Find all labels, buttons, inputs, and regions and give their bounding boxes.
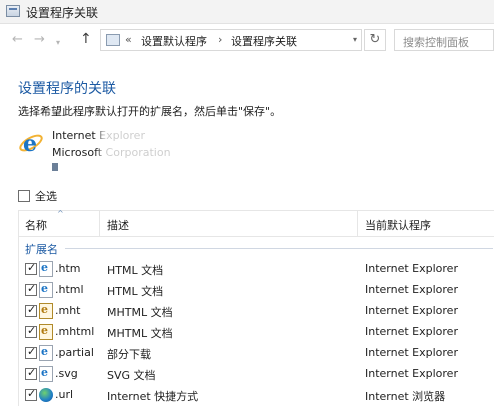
redacted-area (48, 162, 218, 176)
description-cell: MHTML 文档 (107, 327, 173, 340)
group-header-extensions[interactable]: 扩展名 (25, 241, 494, 256)
select-all-checkbox[interactable] (18, 190, 30, 202)
row-checkbox[interactable] (25, 324, 37, 338)
description-cell: Internet 快捷方式 (107, 390, 199, 403)
row-checkbox[interactable] (25, 387, 37, 401)
extension-cell: .mhtml (55, 325, 95, 338)
ie-document-icon: e (39, 261, 53, 277)
row-checkbox[interactable] (25, 303, 37, 317)
row-checkbox[interactable] (25, 366, 37, 380)
group-label: 扩展名 (25, 243, 58, 256)
breadcrumb-overflow-icon[interactable]: « (125, 33, 132, 46)
table-row[interactable]: e .mht MHTML 文档 Internet Explorer (19, 301, 494, 322)
select-all-label[interactable]: 全选 (35, 188, 57, 204)
table-row[interactable]: e .svg SVG 文档 Internet Explorer (19, 364, 494, 385)
extension-cell: .svg (55, 367, 78, 380)
control-panel-folder-icon (106, 34, 120, 46)
column-header-current-default[interactable]: 当前默认程序 (365, 217, 431, 233)
breadcrumb-set-default-programs[interactable]: 设置默认程序 (141, 33, 207, 49)
table-header: 名称 ^ 描述 当前默认程序 (19, 209, 494, 237)
address-dropdown-icon[interactable]: ▾ (353, 35, 357, 44)
svg-text:e: e (23, 131, 37, 156)
default-program-cell: Internet Explorer (365, 304, 458, 317)
breadcrumb-separator-icon[interactable]: › (218, 33, 222, 46)
table-row[interactable]: e .htm HTML 文档 Internet Explorer (19, 259, 494, 280)
ie-document-icon: e (39, 282, 53, 298)
control-panel-icon (6, 5, 20, 17)
default-program-cell: Internet 浏览器 (365, 390, 446, 403)
recent-locations-dropdown-icon[interactable]: ▾ (56, 35, 60, 51)
table-row[interactable]: .url Internet 快捷方式 Internet 浏览器 (19, 385, 494, 406)
table-row[interactable]: e .partial 部分下载 Internet Explorer (19, 343, 494, 364)
description-cell: 部分下载 (107, 348, 151, 361)
column-divider[interactable] (99, 211, 100, 237)
description-cell: HTML 文档 (107, 285, 164, 298)
description-cell: HTML 文档 (107, 264, 164, 277)
address-bar[interactable]: « 设置默认程序 › 设置程序关联 ▾ (100, 29, 362, 51)
default-program-cell: Internet Explorer (365, 283, 458, 296)
column-header-name[interactable]: 名称 (25, 217, 47, 233)
title-bar: 设置程序关联 (0, 0, 494, 24)
default-program-cell: Internet Explorer (365, 325, 458, 338)
mhtml-document-icon: e (39, 324, 53, 340)
up-arrow-icon[interactable]: ↑ (80, 31, 92, 47)
back-arrow-icon[interactable]: ← (12, 32, 23, 48)
default-program-cell: Internet Explorer (365, 346, 458, 359)
page-title: 设置程序的关联 (18, 81, 116, 97)
column-divider[interactable] (357, 211, 358, 237)
refresh-icon[interactable]: ↻ (364, 29, 386, 51)
window-title: 设置程序关联 (26, 6, 99, 20)
redacted-area (100, 126, 220, 166)
search-input[interactable]: 搜索控制面板 (394, 29, 494, 51)
column-header-description[interactable]: 描述 (107, 217, 129, 233)
table-row[interactable]: e .html HTML 文档 Internet Explorer (19, 280, 494, 301)
internet-explorer-icon: e (19, 131, 43, 156)
table-row[interactable]: e .mhtml MHTML 文档 Internet Explorer (19, 322, 494, 343)
associations-table: 名称 ^ 描述 当前默认程序 扩展名 e .htm HTML 文档 Intern… (18, 209, 494, 406)
extension-cell: .url (55, 388, 74, 401)
search-placeholder: 搜索控制面板 (403, 36, 469, 49)
description-cell: SVG 文档 (107, 369, 156, 382)
default-program-cell: Internet Explorer (365, 367, 458, 380)
row-checkbox[interactable] (25, 345, 37, 359)
program-description-fragment (52, 163, 58, 171)
extension-cell: .html (55, 283, 84, 296)
default-program-cell: Internet Explorer (365, 262, 458, 275)
row-checkbox[interactable] (25, 282, 37, 296)
sort-ascending-icon: ^ (57, 209, 64, 218)
forward-arrow-icon[interactable]: → (34, 32, 45, 48)
extension-cell: .mht (55, 304, 81, 317)
mhtml-document-icon: e (39, 303, 53, 319)
page-instructions: 选择希望此程序默认打开的扩展名，然后单击"保存"。 (18, 105, 282, 118)
navigation-bar: ← → ▾ ↑ « 设置默认程序 › 设置程序关联 ▾ ↻ 搜索控制面板 (0, 24, 494, 58)
ie-document-icon: e (39, 345, 53, 361)
row-checkbox[interactable] (25, 261, 37, 275)
globe-icon (39, 388, 53, 402)
group-divider (65, 248, 493, 249)
description-cell: MHTML 文档 (107, 306, 173, 319)
extension-cell: .htm (55, 262, 81, 275)
extension-cell: .partial (55, 346, 94, 359)
ie-document-icon: e (39, 366, 53, 382)
breadcrumb-set-program-associations[interactable]: 设置程序关联 (231, 33, 297, 49)
